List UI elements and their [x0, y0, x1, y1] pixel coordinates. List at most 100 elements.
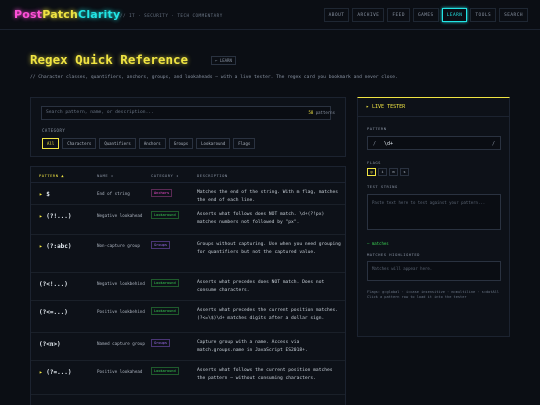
nav-search[interactable]: SEARCH [499, 8, 528, 22]
row-pattern: (?<!...) [39, 281, 68, 288]
column-header-name[interactable]: NAME ↕ [97, 173, 114, 178]
page-title: Regex Quick Reference [30, 52, 189, 67]
table-row[interactable]: (?<n>) Named capture group Groups Captur… [31, 333, 345, 361]
row-description: Capture group with a name. Access via ma… [197, 340, 308, 353]
row-name: Non-capture group [97, 243, 140, 248]
pattern-count: 58 patterns [308, 110, 335, 115]
row-pattern-text: (?<!...) [39, 281, 68, 288]
row-description: Asserts what precedes does NOT match. Do… [197, 280, 325, 293]
row-name: Negative lookbehind [97, 281, 145, 286]
row-category-badge: Lookaround [151, 367, 179, 375]
test-string-label: TEST STRING [367, 184, 398, 189]
category-label: CATEGORY [42, 128, 66, 133]
pattern-label: PATTERN [367, 126, 387, 131]
reference-table: PATTERN ▲ NAME ↕ CATEGORY ↕ DESCRIPTION … [30, 166, 346, 405]
column-header-pattern[interactable]: PATTERN ▲ [39, 173, 64, 178]
nav-learn[interactable]: LEARN [441, 8, 468, 22]
row-category-badge: Lookaround [151, 279, 179, 287]
table-row[interactable]: (?<!...) Negative lookbehind Lookaround … [31, 273, 345, 301]
flag-i-toggle[interactable]: i [378, 168, 387, 176]
row-name: Positive lookahead [97, 369, 143, 374]
row-name: Negative lookahead [97, 213, 143, 218]
row-click-help-text: Click a pattern row to load it into the … [367, 295, 467, 299]
row-pattern: ▸ (?=...) [39, 369, 72, 376]
flag-m-toggle[interactable]: m [389, 168, 398, 176]
flag-s-toggle[interactable]: s [400, 168, 409, 176]
flags-label: FLAGS [367, 160, 381, 165]
row-category-badge: Lookaround [151, 307, 179, 315]
row-description: Asserts what follows does NOT match. \d+… [197, 212, 325, 225]
logo-part-2: Patch [42, 8, 79, 21]
back-to-learn-link[interactable]: ← LEARN [211, 56, 236, 65]
table-row[interactable]: ▸ (?=...) Positive lookahead Lookaround … [31, 361, 345, 395]
row-description: Matches the end of the string. With m fl… [197, 190, 339, 203]
tester-divider [358, 116, 509, 117]
row-pattern-text: (?<=...) [39, 309, 68, 316]
match-count: — matches [367, 241, 389, 246]
row-category-badge: Groups [151, 339, 170, 347]
site-tagline: // IT · SECURITY · TECH COMMENTARY [120, 13, 223, 18]
table-row[interactable]: ▸ $ End of string Anchors Matches the en… [31, 183, 345, 205]
logo-part-3: Clarity [78, 8, 121, 21]
matches-output: Matches will appear here. [367, 261, 501, 281]
flag-toggles: g i m s [367, 168, 409, 176]
pattern-count-label: patterns [315, 110, 335, 115]
category-chip-quantifiers[interactable]: Quantifiers [99, 138, 136, 149]
category-chip-all[interactable]: All [42, 138, 60, 149]
row-pattern: ▸ (?!...) [39, 213, 72, 220]
row-name: End of string [97, 191, 130, 196]
nav-feed[interactable]: FEED [387, 8, 410, 22]
category-chip-anchors[interactable]: Anchors [138, 138, 166, 149]
pattern-slash-open: / [373, 141, 377, 147]
row-pattern: (?<=...) [39, 309, 68, 316]
tester-help: Flags: g=global · i=case insensitive · m… [367, 290, 505, 300]
row-name: Named capture group [97, 341, 145, 346]
nav-games[interactable]: GAMES [412, 8, 439, 22]
nav-about[interactable]: ABOUT [323, 8, 350, 22]
top-bar: PostPatchClarity // IT · SECURITY · TECH… [0, 0, 540, 30]
tester-title: ▸ LIVE TESTER [366, 104, 406, 110]
row-description: Asserts what follows the current positio… [197, 368, 333, 381]
column-header-description: DESCRIPTION [197, 173, 228, 178]
row-pattern-text: (?!...) [46, 213, 72, 220]
live-tester-panel: ▸ LIVE TESTER PATTERN / \d+ / FLAGS g i … [357, 97, 510, 337]
row-pattern-text: (?=...) [46, 369, 72, 376]
logo-part-1: Post [14, 8, 43, 21]
row-category-badge: Anchors [151, 189, 173, 197]
category-chip-groups[interactable]: Groups [168, 138, 194, 149]
pattern-value: \d+ [384, 141, 394, 147]
table-row[interactable]: ▸ (?!...) Negative lookahead Lookaround … [31, 205, 345, 235]
row-pattern: ▸ (?:abc) [39, 243, 72, 250]
flag-g-toggle[interactable]: g [367, 168, 376, 176]
row-pattern-text: $ [46, 191, 50, 198]
category-chip-lookaround[interactable]: Lookaround [196, 138, 231, 149]
nav-tools[interactable]: TOOLS [470, 8, 497, 22]
pattern-input[interactable]: / \d+ / [367, 136, 501, 150]
pattern-slash-close: / [491, 141, 495, 147]
table-row[interactable]: (?<=...) Positive lookbehind Lookaround … [31, 301, 345, 333]
row-pattern: ▸ $ [39, 191, 50, 198]
matches-highlighted-label: MATCHES HIGHLIGHTED [367, 252, 420, 257]
search-input[interactable]: Search pattern, name, or description... [41, 106, 331, 120]
row-category-badge: Lookaround [151, 211, 179, 219]
row-category-badge: Groups [151, 241, 170, 249]
row-name: Positive lookbehind [97, 309, 145, 314]
row-description: Asserts what precedes the current positi… [197, 308, 339, 321]
row-pattern-text: (?:abc) [46, 243, 72, 250]
pattern-count-number: 58 [308, 110, 314, 115]
row-description: Groups without capturing. Use when you n… [197, 242, 341, 255]
category-filter: All Characters Quantifiers Anchors Group… [42, 138, 256, 149]
page-subtitle: // Character classes, quantifiers, ancho… [30, 75, 398, 80]
table-row[interactable]: ▸ (?:abc) Non-capture group Groups Group… [31, 235, 345, 273]
column-header-category[interactable]: CATEGORY ↕ [151, 173, 179, 178]
nav-archive[interactable]: ARCHIVE [352, 8, 385, 22]
row-pattern-text: (?<n>) [39, 341, 61, 348]
category-chip-flags[interactable]: Flags [233, 138, 256, 149]
row-pattern: (?<n>) [39, 341, 61, 348]
main-nav: ABOUT ARCHIVE FEED GAMES LEARN TOOLS SEA… [323, 8, 528, 22]
test-string-input[interactable]: Paste text here to test against your pat… [367, 194, 501, 230]
category-chip-characters[interactable]: Characters [62, 138, 97, 149]
table-header: PATTERN ▲ NAME ↕ CATEGORY ↕ DESCRIPTION [31, 167, 345, 183]
search-panel: Search pattern, name, or description... … [30, 97, 346, 157]
site-logo[interactable]: PostPatchClarity [14, 8, 120, 21]
